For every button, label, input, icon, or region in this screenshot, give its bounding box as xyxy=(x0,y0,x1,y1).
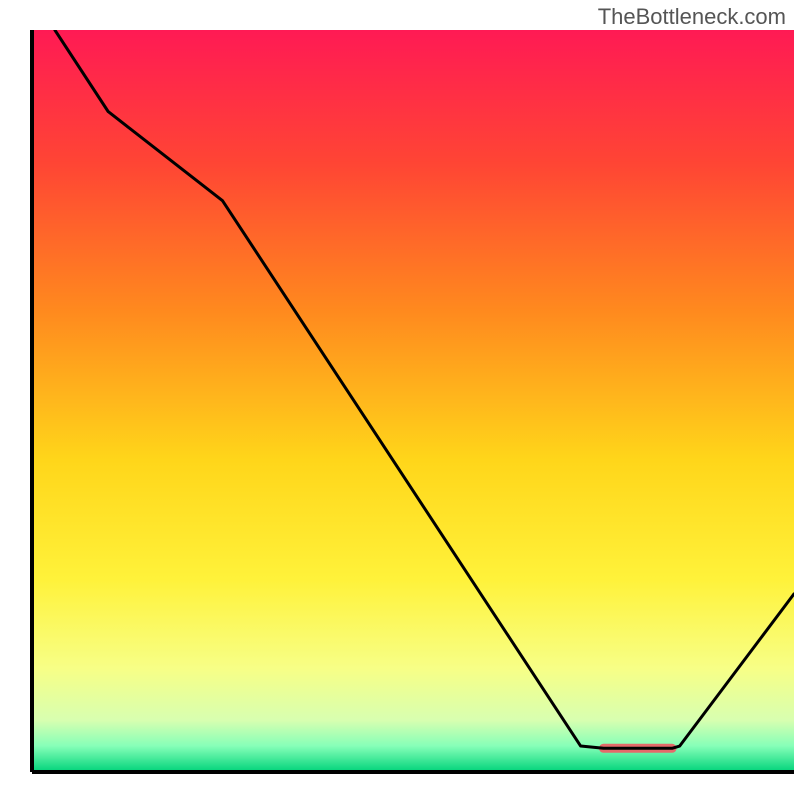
watermark-text: TheBottleneck.com xyxy=(598,4,786,30)
chart-container: TheBottleneck.com xyxy=(0,0,800,800)
bottleneck-chart xyxy=(0,0,800,800)
